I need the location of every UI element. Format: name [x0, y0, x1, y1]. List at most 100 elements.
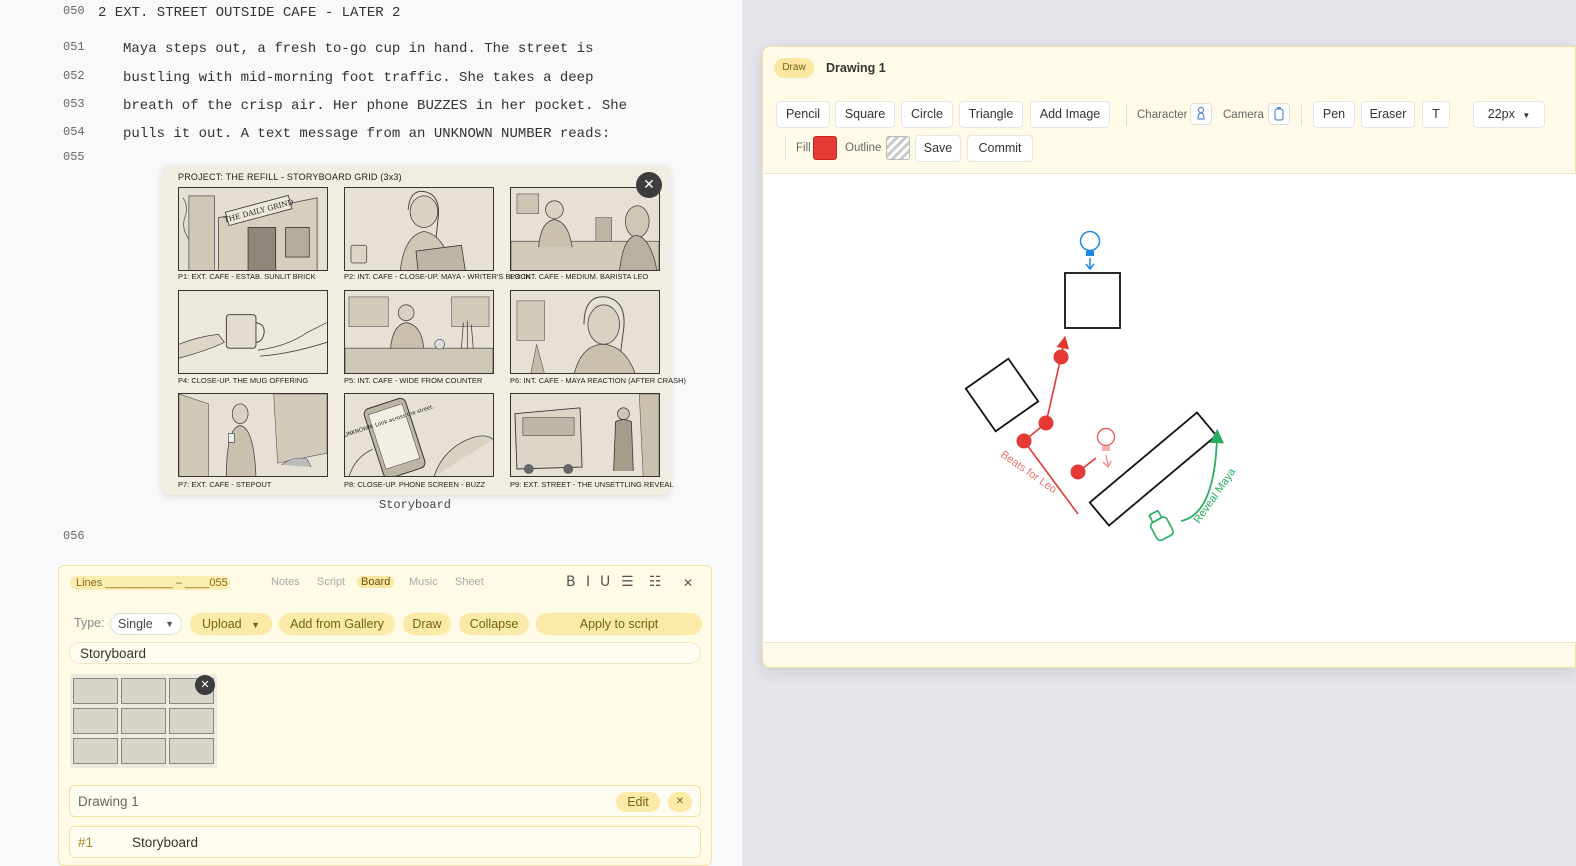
camera-marker[interactable] — [1146, 509, 1175, 542]
type-select[interactable]: Single ▼ — [110, 613, 182, 635]
numbered-list-icon[interactable]: ☷ — [649, 574, 662, 590]
shot-row[interactable]: #1 Storyboard — [69, 826, 701, 858]
upload-label: Upload — [201, 617, 242, 631]
italic-button[interactable]: I — [586, 574, 590, 590]
camera-icon[interactable] — [1268, 103, 1290, 125]
panel-caption: P7: EXT. CAFE - STEPOUT — [178, 480, 272, 489]
drawing-name: Drawing 1 — [78, 794, 139, 809]
thumbnail-cell — [169, 738, 214, 764]
thumbnail-cell — [121, 678, 166, 704]
line-number: 053 — [63, 97, 85, 111]
apply-to-script-button[interactable]: Apply to script — [536, 613, 702, 635]
fill-label: Fill — [796, 142, 811, 154]
mug-offering-sketch — [179, 291, 327, 373]
close-panel-button[interactable]: ✕ — [683, 576, 693, 590]
board-name-input[interactable]: Storyboard — [69, 642, 701, 664]
line-number: 055 — [63, 150, 85, 164]
add-from-gallery-button[interactable]: Add from Gallery — [279, 613, 395, 635]
circle-tool-button[interactable]: Circle — [901, 101, 953, 128]
tab-notes[interactable]: Notes — [271, 576, 300, 588]
wide-counter-sketch — [345, 291, 493, 373]
storyboard-panel: UNKNOWN: Look across the street. — [344, 393, 494, 477]
action-text[interactable]: bustling with mid-morning foot traffic. … — [123, 70, 593, 86]
scene-heading[interactable]: 2 EXT. STREET OUTSIDE CAFE - LATER 2 — [98, 5, 400, 21]
script-pane: 050 2 EXT. STREET OUTSIDE CAFE - LATER 2… — [0, 0, 742, 866]
tab-script[interactable]: Script — [317, 576, 345, 588]
save-button[interactable]: Save — [915, 135, 961, 162]
action-text[interactable]: Maya steps out, a fresh to-go cup in han… — [123, 41, 593, 57]
tab-sheet[interactable]: Sheet — [455, 576, 484, 588]
leo-path[interactable]: Beats for Leo — [998, 335, 1097, 515]
font-size-value: 22px — [1487, 107, 1515, 121]
text-tool-button[interactable]: T — [1422, 101, 1450, 128]
drawing-window: Draw Drawing 1 Pencil Square Circle Tria… — [762, 46, 1576, 668]
line-number: 051 — [63, 40, 85, 54]
collapse-button[interactable]: Collapse — [459, 613, 529, 635]
camera-marker[interactable] — [1079, 230, 1101, 271]
square-shape[interactable] — [1064, 272, 1121, 329]
thumbnail-cell — [73, 708, 118, 734]
outline-color-swatch[interactable] — [886, 136, 910, 160]
thumbnail-cell — [169, 708, 214, 734]
remove-drawing-button[interactable]: ✕ — [668, 792, 692, 812]
action-text[interactable]: breath of the crisp air. Her phone BUZZE… — [123, 98, 627, 114]
storyboard-caption: Storyboard — [379, 498, 452, 512]
shot-number: #1 — [78, 835, 94, 850]
drawing-row[interactable]: Drawing 1 Edit ✕ — [69, 785, 701, 817]
toolbar-divider — [785, 137, 786, 159]
maya-reaction-sketch — [511, 291, 659, 373]
camera-label: Camera — [1223, 109, 1264, 121]
toolbar-divider — [1301, 104, 1302, 126]
storyboard-image[interactable]: PROJECT: THE REFILL - STORYBOARD GRID (3… — [162, 165, 686, 495]
font-size-select[interactable]: 22px ▼ — [1473, 101, 1545, 128]
thumbnail-cell — [73, 738, 118, 764]
underline-button[interactable]: U — [600, 574, 610, 590]
canvas-drawing: Beats for Leo Reveal Maya — [964, 230, 1239, 542]
bold-button[interactable]: B — [566, 574, 576, 590]
eraser-tool-button[interactable]: Eraser — [1361, 101, 1415, 128]
shot-name: Storyboard — [132, 835, 199, 850]
panel-caption: P5: INT. CAFE - WIDE FROM COUNTER — [344, 376, 483, 385]
upload-button[interactable]: Upload ▼ — [190, 613, 272, 635]
toolbar-divider — [1126, 104, 1127, 126]
panel-caption: P6: INT. CAFE - MAYA REACTION (AFTER CRA… — [510, 376, 686, 385]
drawing-title: Drawing 1 — [826, 61, 886, 75]
line-number: 054 — [63, 125, 85, 139]
action-text[interactable]: pulls it out. A text message from an UNK… — [123, 126, 610, 142]
storyboard-panel — [510, 290, 660, 374]
draw-button[interactable]: Draw — [403, 613, 451, 635]
triangle-tool-button[interactable]: Triangle — [959, 101, 1023, 128]
storyboard-panel — [510, 393, 660, 477]
outline-label: Outline — [845, 142, 882, 154]
maya-path[interactable]: Reveal Maya — [1180, 428, 1239, 526]
add-image-button[interactable]: Add Image — [1030, 101, 1110, 128]
barista-sketch — [511, 188, 659, 270]
character-icon[interactable] — [1190, 103, 1212, 125]
pen-tool-button[interactable]: Pen — [1313, 101, 1355, 128]
commit-button[interactable]: Commit — [967, 135, 1033, 162]
tab-board[interactable]: Board — [357, 576, 395, 588]
panel-caption: P1: EXT. CAFE - ESTAB. SUNLIT BRICK — [178, 272, 316, 281]
character-marker[interactable] — [1096, 427, 1116, 469]
chevron-down-icon: ▼ — [1522, 111, 1531, 120]
close-icon[interactable]: ✕ — [195, 675, 215, 695]
line-number: 056 — [63, 529, 85, 543]
square-shape[interactable] — [964, 357, 1040, 433]
panel-caption: P4: CLOSE-UP. THE MUG OFFERING — [178, 376, 309, 385]
pencil-tool-button[interactable]: Pencil — [776, 101, 830, 128]
storyboard-panel — [510, 187, 660, 271]
panel-caption: P3: INT. CAFE - MEDIUM. BARISTA LEO — [510, 272, 649, 281]
street-reveal-sketch — [511, 394, 659, 476]
phone-buzz-sketch: UNKNOWN: Look across the street. — [345, 394, 493, 476]
tab-music[interactable]: Music — [409, 576, 438, 588]
edit-drawing-button[interactable]: Edit — [616, 792, 660, 812]
panel-caption: P8: CLOSE-UP. PHONE SCREEN - BUZZ — [344, 480, 486, 489]
chevron-down-icon: ▼ — [165, 619, 174, 629]
drawing-canvas[interactable]: Beats for Leo Reveal Maya — [763, 173, 1576, 643]
line-range-field[interactable]: Lines ___________ – ____055 — [70, 576, 230, 590]
fill-color-swatch[interactable] — [813, 136, 837, 160]
close-icon[interactable]: ✕ — [636, 172, 662, 198]
storyboard-panel: THE DAILY GRIND — [178, 187, 328, 271]
square-tool-button[interactable]: Square — [835, 101, 895, 128]
bullet-list-icon[interactable]: ☰ — [621, 574, 634, 590]
